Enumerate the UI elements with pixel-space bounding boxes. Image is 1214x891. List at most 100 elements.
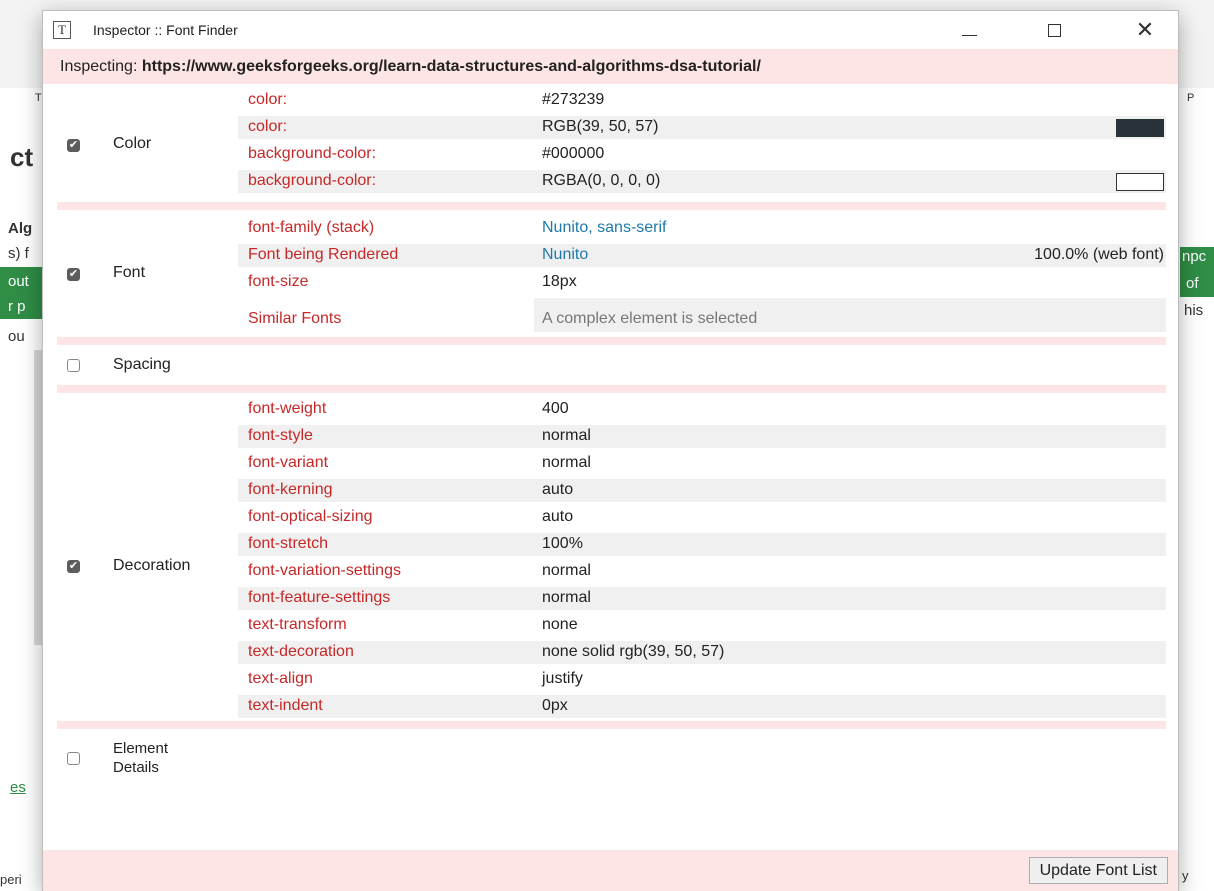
property-row: font-family (stack) Nunito, sans-serif <box>238 217 1166 240</box>
font-section-label: Font <box>113 264 146 281</box>
property-row: font-variant normal <box>238 452 1166 475</box>
background-link: es <box>10 779 26 796</box>
background-text: ct <box>10 142 34 172</box>
property-name: text-align <box>248 670 313 687</box>
property-row: font-feature-settings normal <box>238 587 1166 610</box>
property-value: 0px <box>542 697 568 714</box>
background-color-swatch <box>1116 173 1164 191</box>
element-details-section: Element Details <box>43 729 1178 789</box>
property-row: font-size 18px <box>238 271 1166 294</box>
color-section-label: Color <box>113 135 152 152</box>
property-row: color: RGB(39, 50, 57) <box>238 116 1166 139</box>
section-divider <box>57 385 1166 393</box>
inspecting-label: Inspecting: <box>60 58 138 75</box>
property-value: #000000 <box>542 145 605 162</box>
decoration-section: ✔ Decoration font-weight 400 font-style … <box>43 393 1178 718</box>
property-value: normal <box>542 589 591 606</box>
color-checkbox[interactable]: ✔ <box>67 139 80 152</box>
inspecting-bar: Inspecting: https://www.geeksforgeeks.or… <box>43 49 1178 84</box>
section-divider <box>57 721 1166 729</box>
property-name: font-variant <box>248 454 329 471</box>
property-value: justify <box>542 670 583 687</box>
close-button[interactable]: ✕ <box>1122 11 1168 49</box>
property-name: background-color: <box>248 145 377 162</box>
background-block <box>34 350 43 645</box>
property-row: text-indent 0px <box>238 695 1166 718</box>
rendered-font-percent: 100.0% (web font) <box>1034 246 1164 263</box>
decoration-section-label: Decoration <box>113 557 191 574</box>
property-name: font-stretch <box>248 535 329 552</box>
property-name: font-style <box>248 427 313 444</box>
property-name: Similar Fonts <box>248 310 342 327</box>
close-icon: ✕ <box>1135 17 1155 42</box>
window-title: Inspector :: Font Finder <box>93 22 238 38</box>
property-value: 400 <box>542 400 569 417</box>
element-details-label-line2: Details <box>113 759 159 776</box>
property-row: background-color: #000000 <box>238 143 1166 166</box>
background-text: Alg <box>8 220 33 237</box>
minimize-icon <box>962 35 977 36</box>
property-row: font-style normal <box>238 425 1166 448</box>
property-name: background-color: <box>248 172 377 189</box>
spacing-section: Spacing <box>43 345 1178 385</box>
background-text: r p <box>8 298 26 315</box>
property-name: font-size <box>248 273 309 290</box>
background-text: peri <box>0 872 22 887</box>
title-bar[interactable]: T Inspector :: Font Finder ✕ <box>43 11 1178 49</box>
property-name: color: <box>248 91 288 108</box>
property-row: Similar Fonts A complex element is selec… <box>238 298 1166 332</box>
footer-bar: Update Font List <box>43 850 1178 891</box>
property-row: font-kerning auto <box>238 479 1166 502</box>
property-row: text-align justify <box>238 668 1166 691</box>
property-name: text-decoration <box>248 643 354 660</box>
property-name: font-family (stack) <box>248 219 375 236</box>
property-value: auto <box>542 508 574 525</box>
background-text: y <box>1182 868 1189 883</box>
property-name: text-indent <box>248 697 323 714</box>
font-finder-app-icon: T <box>53 21 71 39</box>
property-name: font-feature-settings <box>248 589 391 606</box>
background-text: s) f <box>8 245 29 262</box>
background-text: out <box>8 273 29 290</box>
property-row: color: #273239 <box>238 89 1166 112</box>
section-divider <box>57 202 1166 210</box>
property-value: 18px <box>542 273 577 290</box>
update-font-list-button[interactable]: Update Font List <box>1028 857 1168 884</box>
inspecting-url: https://www.geeksforgeeks.org/learn-data… <box>141 58 761 75</box>
font-section: ✔ Font font-family (stack) Nunito, sans-… <box>43 210 1178 337</box>
rendered-font-link[interactable]: Nunito <box>542 246 588 264</box>
maximize-button[interactable] <box>1032 11 1078 49</box>
property-name: font-optical-sizing <box>248 508 373 525</box>
property-value: normal <box>542 427 591 444</box>
property-value: #273239 <box>542 91 605 108</box>
property-name: font-kerning <box>248 481 333 498</box>
property-value: none solid rgb(39, 50, 57) <box>542 643 725 660</box>
property-row: text-transform none <box>238 614 1166 637</box>
font-finder-window: T Inspector :: Font Finder ✕ Inspecting:… <box>43 11 1178 891</box>
font-family-link[interactable]: Nunito, sans-serif <box>542 219 667 237</box>
property-value: normal <box>542 562 591 579</box>
property-row: text-decoration none solid rgb(39, 50, 5… <box>238 641 1166 664</box>
property-value: RGBA(0, 0, 0, 0) <box>542 172 661 189</box>
decoration-checkbox[interactable]: ✔ <box>67 560 80 573</box>
property-row: font-stretch 100% <box>238 533 1166 556</box>
property-value: normal <box>542 454 591 471</box>
property-value: auto <box>542 481 574 498</box>
property-row: font-optical-sizing auto <box>238 506 1166 529</box>
background-text: P <box>1187 92 1195 104</box>
property-name: text-transform <box>248 616 347 633</box>
font-checkbox[interactable]: ✔ <box>67 268 80 281</box>
property-name: color: <box>248 118 288 135</box>
color-section: ✔ Color color: #273239 color: RGB(39, 50… <box>43 84 1178 202</box>
background-text: of <box>1186 275 1199 292</box>
spacing-section-label: Spacing <box>113 356 171 373</box>
property-value: 100% <box>542 535 583 552</box>
background-text: ou <box>8 328 25 345</box>
property-name: font-weight <box>248 400 327 417</box>
element-details-checkbox[interactable] <box>67 752 80 765</box>
section-divider <box>57 337 1166 345</box>
similar-fonts-value: A complex element is selected <box>542 310 758 327</box>
color-swatch <box>1116 119 1164 137</box>
minimize-button[interactable] <box>946 11 992 49</box>
spacing-checkbox[interactable] <box>67 359 80 372</box>
